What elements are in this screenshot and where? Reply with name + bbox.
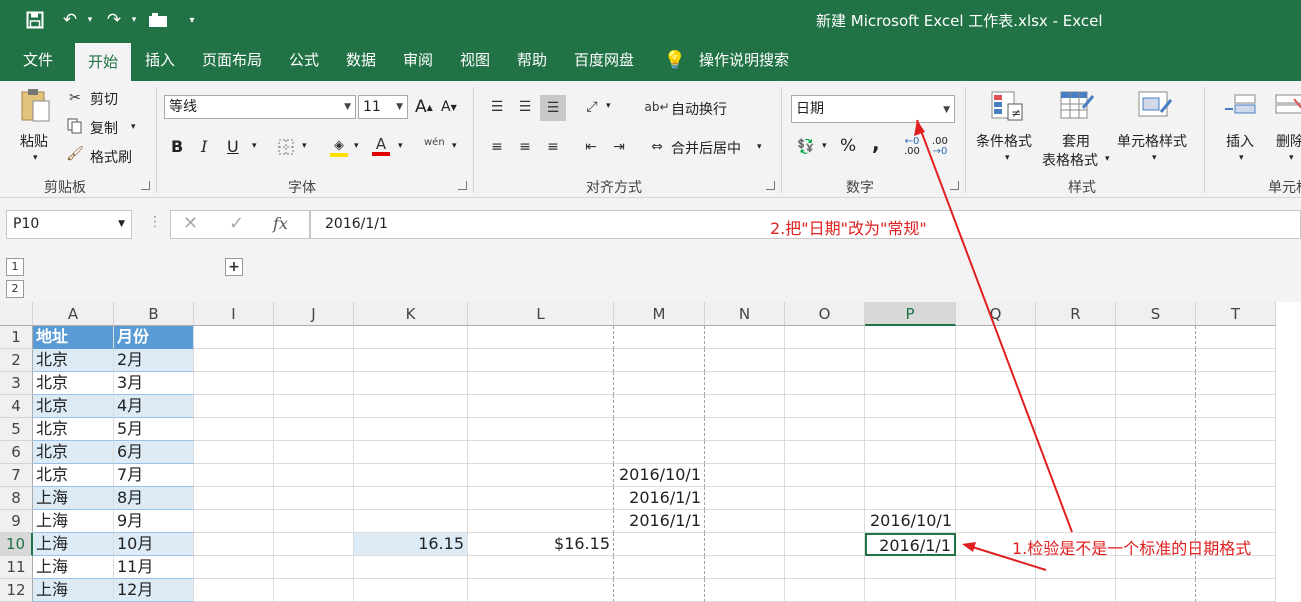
- annotation-step-2: 2.把"日期"改为"常规": [770, 219, 927, 238]
- annotation-step-1: 1.检验是不是一个标准的日期格式: [1012, 539, 1252, 558]
- arrow-head-icon: [962, 542, 976, 552]
- annotation-arrows: [914, 119, 1073, 571]
- arrow-head-icon: [914, 120, 925, 136]
- arrow-to-number-format: [916, 119, 1073, 533]
